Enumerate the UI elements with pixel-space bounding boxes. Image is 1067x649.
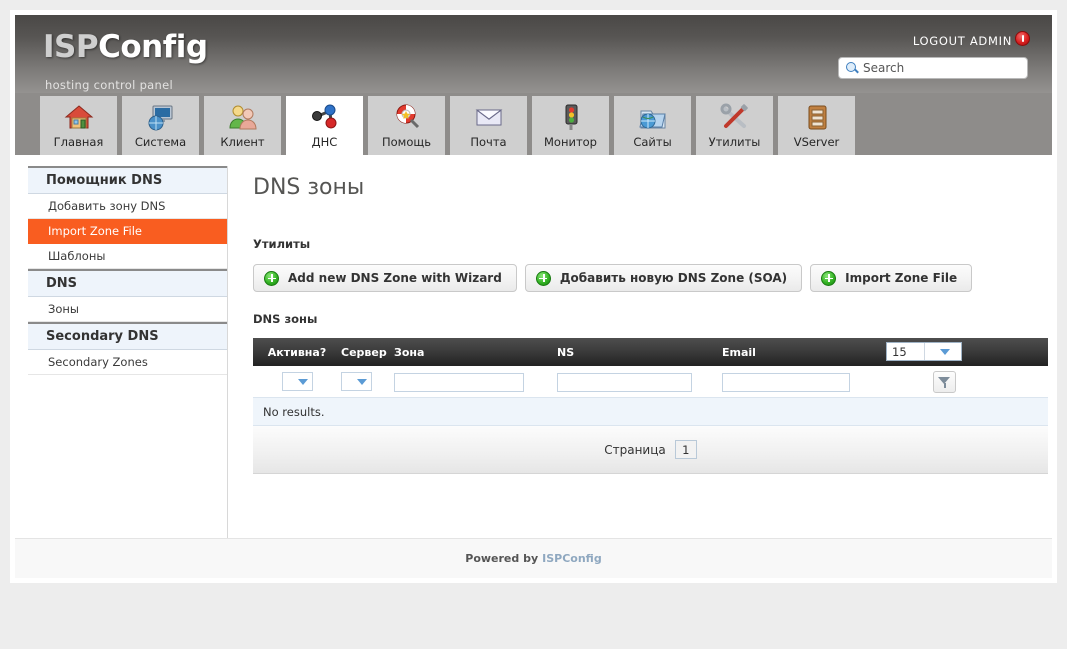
tab-label: Монитор xyxy=(544,135,597,149)
tab-home[interactable]: Главная xyxy=(40,96,117,155)
sidebar: Помощник DNS Добавить зону DNS Import Zone… xyxy=(28,166,228,549)
sidebar-section-header: DNS xyxy=(28,269,227,297)
tab-label: Клиент xyxy=(220,135,265,149)
logo-prefix: ISP xyxy=(43,29,99,65)
search-input[interactable] xyxy=(861,61,1011,75)
tab-tools[interactable]: Утилиты xyxy=(696,96,773,155)
column-header-zone[interactable]: Зона xyxy=(394,346,557,359)
pagination-label: Страница xyxy=(604,442,666,457)
power-icon[interactable] xyxy=(1015,31,1030,46)
tab-sites[interactable]: Сайты xyxy=(614,96,691,155)
plus-icon xyxy=(535,270,551,286)
tab-monitor[interactable]: Монитор xyxy=(532,96,609,155)
empty-state-row: No results. xyxy=(253,398,1048,426)
tab-system[interactable]: Система xyxy=(122,96,199,155)
column-header-active[interactable]: Активна? xyxy=(253,346,341,359)
funnel-icon xyxy=(938,376,951,389)
plus-icon xyxy=(821,270,837,286)
button-label: Add new DNS Zone with Wizard xyxy=(288,271,502,285)
app-header: ISPConfig hosting control panel LOGOUT A… xyxy=(15,15,1052,93)
client-icon xyxy=(227,102,259,132)
per-page-value: 15 xyxy=(892,344,907,359)
tab-label: VServer xyxy=(793,135,840,149)
column-header-ns[interactable]: NS xyxy=(557,346,722,359)
app-window: ISPConfig hosting control panel LOGOUT A… xyxy=(10,10,1057,583)
tab-mail[interactable]: Почта xyxy=(450,96,527,155)
main-navigation-tabs: Главная Система Клиент ДНС Помощь Почта Монито… xyxy=(15,93,1052,155)
sidebar-item[interactable]: Добавить зону DNS xyxy=(28,194,227,219)
tools-icon xyxy=(719,102,751,132)
monitor-icon xyxy=(555,102,587,132)
tab-label: Система xyxy=(134,135,187,149)
mail-icon xyxy=(473,102,505,132)
table-header-row: Активна? Сервер Зона NS Email 15 xyxy=(253,338,1048,366)
filter-active-select[interactable] xyxy=(281,372,313,391)
tab-vserver[interactable]: VServer xyxy=(778,96,855,155)
logo-suffix: Config xyxy=(98,29,208,65)
button-label: Import Zone File xyxy=(845,271,958,285)
tab-label: Помощь xyxy=(381,135,431,149)
pagination-current-page[interactable]: 1 xyxy=(674,440,697,459)
utilities-button-row: Add new DNS Zone with Wizard Добавить нов… xyxy=(253,264,1040,292)
column-header-email[interactable]: Email xyxy=(722,346,842,359)
sidebar-item[interactable]: Secondary Zones xyxy=(28,350,227,375)
tab-dns[interactable]: ДНС xyxy=(286,96,363,155)
sidebar-item[interactable]: Шаблоны xyxy=(28,244,227,269)
table-label: DNS зоны xyxy=(253,312,318,326)
tab-label: Сайты xyxy=(633,135,672,149)
filter-email-input[interactable] xyxy=(722,373,850,392)
app-tagline: hosting control panel xyxy=(45,78,173,92)
app-logo: ISPConfig xyxy=(43,29,208,65)
apply-filter-button[interactable] xyxy=(933,371,956,393)
help-icon xyxy=(391,102,423,132)
sidebar-section-header: Secondary DNS xyxy=(28,322,227,350)
table-filter-row xyxy=(253,366,1048,398)
utility-button[interactable]: Import Zone File xyxy=(810,264,973,292)
column-header-server[interactable]: Сервер xyxy=(341,346,394,359)
footer-brand-link[interactable]: ISPConfig xyxy=(542,552,602,565)
chevron-down-icon xyxy=(923,343,962,360)
tab-client[interactable]: Клиент xyxy=(204,96,281,155)
sidebar-item[interactable]: Зоны xyxy=(28,297,227,322)
tab-label: Почта xyxy=(470,135,507,149)
dns-icon xyxy=(309,102,341,132)
dns-zones-table: Активна? Сервер Зона NS Email 15 No resu… xyxy=(253,338,1048,474)
utility-button[interactable]: Add new DNS Zone with Wizard xyxy=(253,264,517,292)
body-area: Помощник DNS Добавить зону DNS Import Zone… xyxy=(15,155,1052,549)
filter-zone-input[interactable] xyxy=(394,373,524,392)
utility-button[interactable]: Добавить новую DNS Zone (SOA) xyxy=(524,264,803,292)
plus-icon xyxy=(264,270,279,286)
tab-label: Главная xyxy=(53,135,104,149)
system-icon xyxy=(145,102,177,132)
chevron-down-icon xyxy=(357,378,367,385)
sites-icon xyxy=(637,102,669,132)
search-icon xyxy=(843,59,861,77)
main-content: DNS зоны Утилиты Add new DNS Zone with W… xyxy=(253,155,1048,474)
app-footer: Powered by ISPConfig xyxy=(15,538,1052,578)
per-page-select[interactable]: 15 xyxy=(886,342,962,361)
chevron-down-icon xyxy=(297,378,308,385)
filter-ns-input[interactable] xyxy=(557,373,692,392)
utilities-label: Утилиты xyxy=(253,237,311,251)
tab-label: ДНС xyxy=(311,135,338,149)
search-box[interactable] xyxy=(838,57,1028,79)
powered-by-label: Powered by xyxy=(465,552,539,565)
button-label: Добавить новую DNS Zone (SOA) xyxy=(559,271,788,285)
tab-help[interactable]: Помощь xyxy=(368,96,445,155)
pagination: Страница 1 xyxy=(253,426,1048,474)
tab-label: Утилиты xyxy=(708,135,761,149)
filter-server-select[interactable] xyxy=(341,372,372,391)
logout-link[interactable]: LOGOUT ADMIN xyxy=(913,34,1012,48)
sidebar-section-header: Помощник DNS xyxy=(28,166,227,194)
home-icon xyxy=(63,102,95,132)
sidebar-item[interactable]: Import Zone File xyxy=(28,219,227,244)
page-title: DNS зоны xyxy=(253,175,365,200)
vserver-icon xyxy=(801,102,833,132)
